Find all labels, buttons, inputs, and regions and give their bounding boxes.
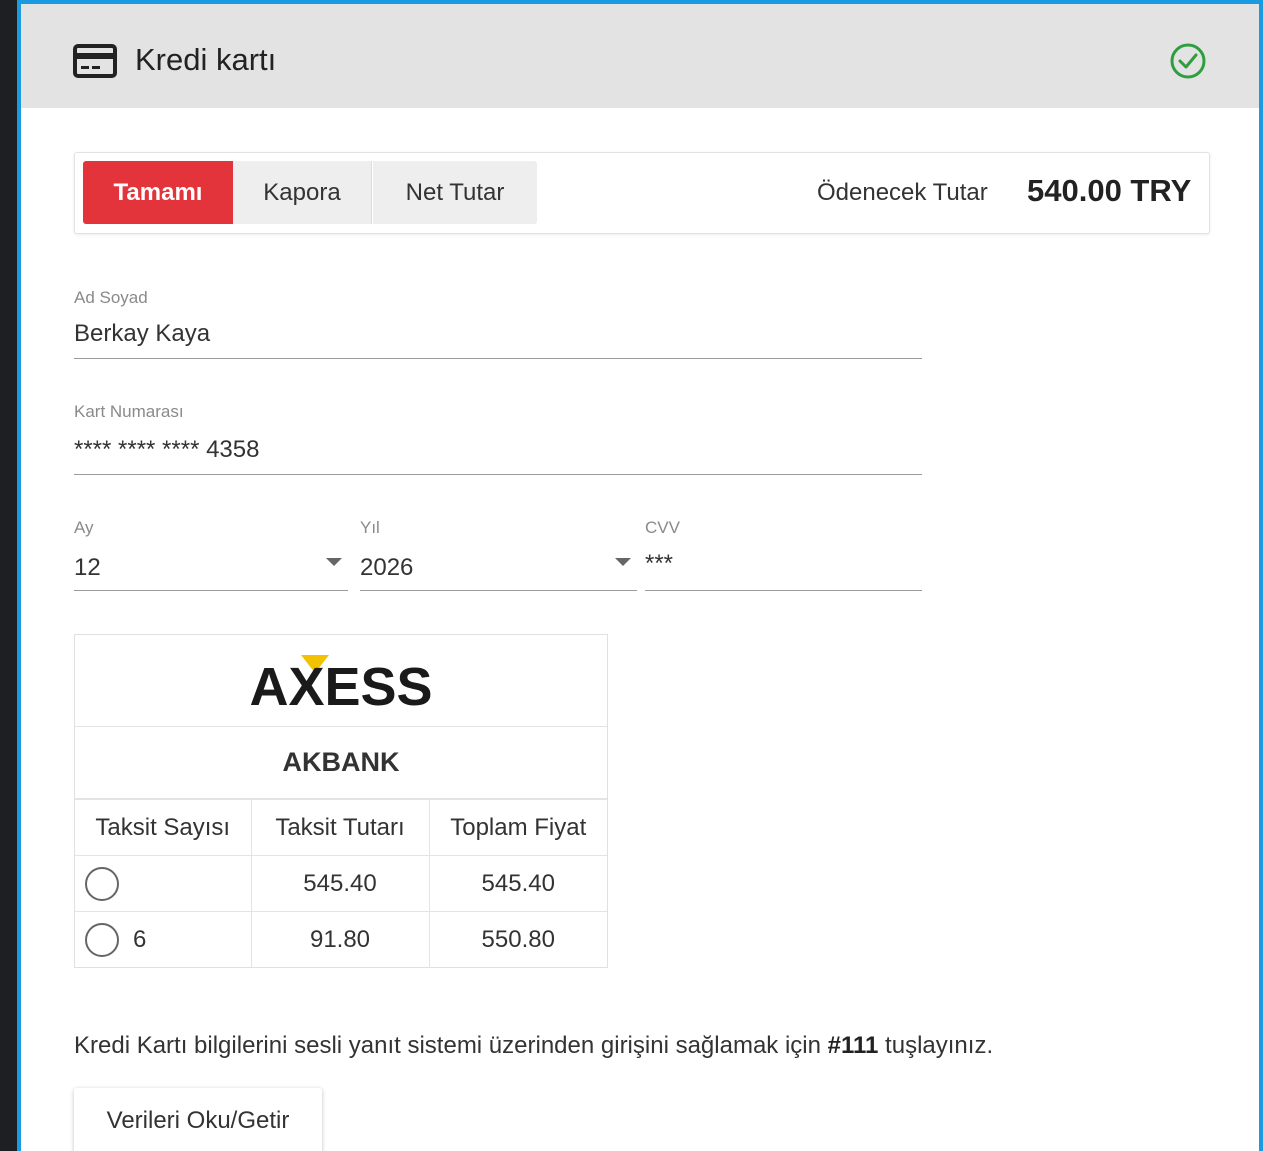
column-header: Toplam Fiyat xyxy=(428,799,607,856)
month-label: Ay xyxy=(74,518,94,537)
amount-value: 540.00 TRY xyxy=(1027,173,1192,208)
installment-option-cell[interactable]: 6 xyxy=(75,911,252,968)
installment-option-cell[interactable] xyxy=(75,855,252,912)
column-header: Taksit Tutarı xyxy=(250,799,430,856)
chevron-down-icon xyxy=(615,558,631,566)
ivr-text-after: tuşlayınız. xyxy=(878,1032,994,1059)
table-row[interactable]: 6 91.80 550.80 xyxy=(75,911,607,968)
credit-card-icon xyxy=(73,44,117,78)
column-header: Taksit Sayısı xyxy=(75,799,252,856)
read-data-button[interactable]: Verileri Oku/Getir xyxy=(74,1088,322,1151)
name-field[interactable]: Ad Soyad Berkay Kaya xyxy=(74,288,922,359)
installment-radio[interactable] xyxy=(85,866,119,901)
installment-amount: 545.40 xyxy=(250,855,430,912)
chevron-down-icon xyxy=(326,558,342,566)
bank-name: AKBANK xyxy=(75,727,607,799)
check-circle-icon xyxy=(1170,43,1206,79)
name-value: Berkay Kaya xyxy=(74,320,211,347)
cvv-label: CVV xyxy=(645,518,680,537)
ivr-instruction: Kredi Kartı bilgilerini sesli yanıt sist… xyxy=(74,1032,993,1060)
installment-radio[interactable] xyxy=(85,922,119,957)
cvv-value: *** xyxy=(645,550,674,577)
payment-panel: Kredi kartı Tamamı Kapora Net Tutar Öden… xyxy=(17,0,1263,1151)
installment-table: Taksit Sayısı Taksit Tutarı Toplam Fiyat… xyxy=(75,799,607,968)
table-row[interactable]: 545.40 545.40 xyxy=(75,855,607,912)
panel-title: Kredi kartı xyxy=(135,42,277,77)
table-header-row: Taksit Sayısı Taksit Tutarı Toplam Fiyat xyxy=(75,799,607,856)
ivr-code: #111 xyxy=(827,1032,879,1059)
cvv-field[interactable]: CVV *** xyxy=(645,518,922,591)
year-value: 2026 xyxy=(360,554,414,581)
installment-total: 550.80 xyxy=(428,911,607,968)
panel-header: Kredi kartı xyxy=(21,4,1259,108)
installment-card: AXESS AKBANK Taksit Sayısı Taksit Tutarı… xyxy=(74,634,608,968)
month-select[interactable]: Ay 12 xyxy=(74,518,348,591)
axess-logo-icon: AXESS xyxy=(249,655,433,717)
year-select[interactable]: Yıl 2026 xyxy=(360,518,637,591)
axess-logo-text: AXESS xyxy=(249,657,432,717)
tab-tamami[interactable]: Tamamı xyxy=(83,161,233,224)
month-value: 12 xyxy=(74,554,101,581)
year-label: Yıl xyxy=(360,518,380,537)
installment-amount: 91.80 xyxy=(250,911,430,968)
installment-count: 6 xyxy=(133,925,147,953)
axess-logo: AXESS xyxy=(75,635,607,727)
tab-kapora[interactable]: Kapora xyxy=(233,161,372,224)
payment-type-bar: Tamamı Kapora Net Tutar Ödenecek Tutar 5… xyxy=(74,152,1210,234)
card-number-field[interactable]: Kart Numarası **** **** **** 4358 xyxy=(74,402,922,475)
name-label: Ad Soyad xyxy=(74,288,148,307)
card-number-value: **** **** **** 4358 xyxy=(74,436,260,463)
amount-label: Ödenecek Tutar xyxy=(817,179,988,206)
tab-net-tutar[interactable]: Net Tutar xyxy=(373,161,537,224)
ivr-text-before: Kredi Kartı bilgilerini sesli yanıt sist… xyxy=(74,1032,828,1059)
installment-total: 545.40 xyxy=(428,855,607,912)
card-number-label: Kart Numarası xyxy=(74,402,184,421)
